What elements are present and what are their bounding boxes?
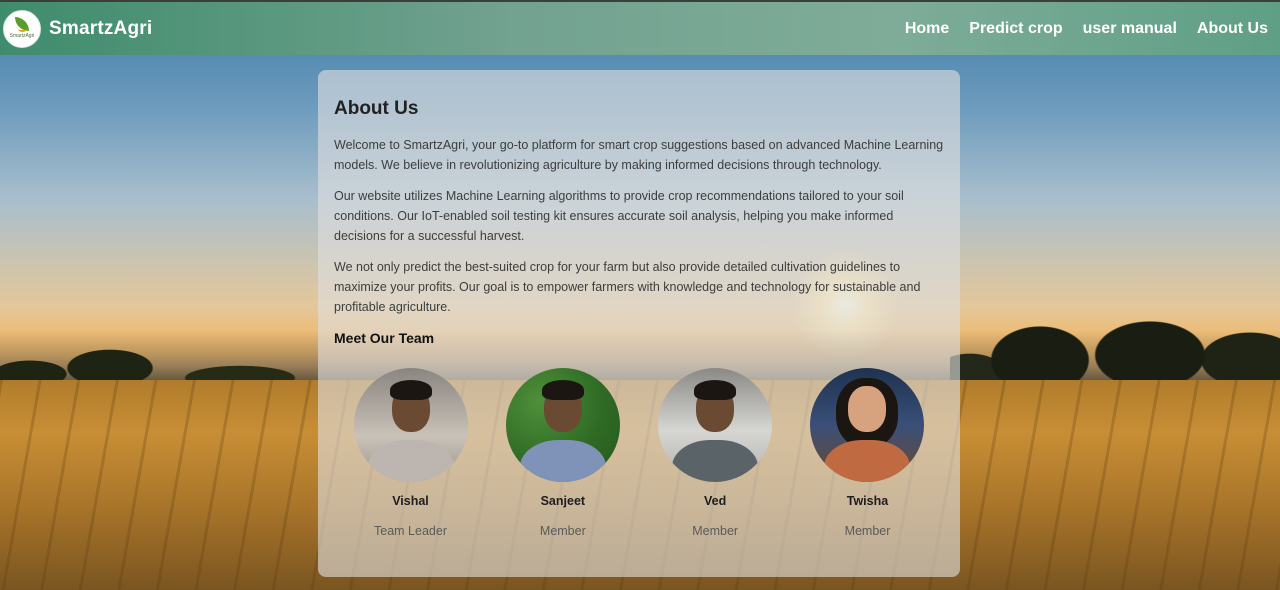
avatar-hair (389, 380, 432, 400)
member-role: Member (844, 524, 891, 538)
avatar-head (848, 386, 887, 432)
member-name: Ved (704, 494, 727, 508)
nav-links: Home Predict crop user manual About Us (905, 20, 1268, 38)
avatar (505, 368, 620, 482)
member-role: Team Leader (374, 524, 447, 538)
team-member: Sanjeet Member (505, 368, 620, 538)
nav-user-manual[interactable]: user manual (1083, 20, 1177, 38)
avatar (353, 368, 468, 482)
logo-text: SmartzAgri (9, 32, 35, 39)
member-role: Member (539, 524, 586, 538)
avatar (810, 368, 925, 482)
about-paragraph-1: Welcome to SmartzAgri, your go-to platfo… (334, 138, 944, 172)
nav-home[interactable]: Home (905, 20, 949, 38)
brand-name[interactable]: SmartzAgri (49, 18, 152, 40)
member-name: Twisha (846, 494, 889, 508)
team-list: Vishal Team Leader Sanjeet Member Ved Me… (334, 368, 944, 538)
logo-icon: SmartzAgri (3, 9, 41, 48)
brand[interactable]: SmartzAgri SmartzAgri (3, 9, 152, 48)
page-title: About Us (334, 98, 419, 119)
nav-about-us[interactable]: About Us (1197, 20, 1268, 38)
avatar-body (519, 440, 606, 482)
about-paragraph-3: We not only predict the best-suited crop… (334, 260, 921, 314)
avatar-body (367, 440, 454, 482)
leaf-icon (15, 16, 29, 32)
about-card: About Us Welcome to SmartzAgri, your go-… (318, 70, 960, 577)
avatar-body (824, 440, 911, 482)
avatar (658, 368, 773, 482)
member-name: Sanjeet (540, 494, 586, 508)
avatar-hair (694, 380, 737, 400)
member-name: Vishal (392, 494, 429, 508)
team-member: Ved Member (658, 368, 773, 538)
nav-predict-crop[interactable]: Predict crop (969, 20, 1062, 38)
member-role: Member (692, 524, 739, 538)
avatar-body (672, 440, 759, 482)
team-member: Vishal Team Leader (353, 368, 468, 538)
about-paragraph-2: Our website utilizes Machine Learning al… (334, 189, 904, 243)
avatar-hair (541, 380, 584, 400)
team-member: Twisha Member (810, 368, 925, 538)
navbar: SmartzAgri SmartzAgri Home Predict crop … (0, 0, 1280, 55)
team-heading: Meet Our Team (334, 330, 435, 346)
